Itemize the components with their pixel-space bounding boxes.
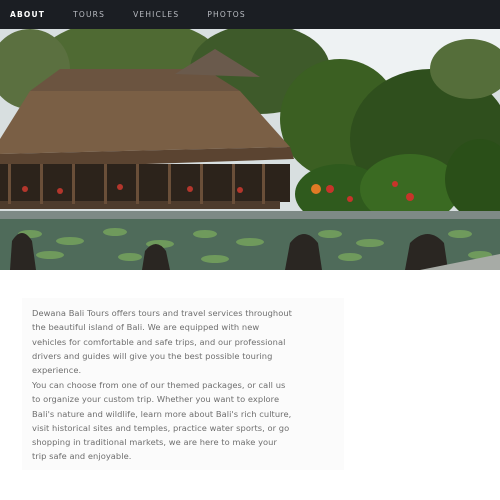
nav-item-vehicles[interactable]: VEHICLES bbox=[133, 10, 179, 19]
top-navigation: ABOUT TOURS VEHICLES PHOTOS bbox=[0, 0, 500, 29]
nav-item-tours[interactable]: TOURS bbox=[73, 10, 105, 19]
about-section: Dewana Bali Tours offers tours and trave… bbox=[22, 298, 344, 470]
about-paragraph-2: You can choose from one of our themed pa… bbox=[32, 380, 292, 462]
about-paragraph-1: Dewana Bali Tours offers tours and trave… bbox=[32, 308, 292, 376]
hero-image bbox=[0, 29, 500, 270]
nav-item-about[interactable]: ABOUT bbox=[10, 10, 45, 19]
hero-photo bbox=[0, 29, 500, 270]
nav-item-photos[interactable]: PHOTOS bbox=[207, 10, 246, 19]
